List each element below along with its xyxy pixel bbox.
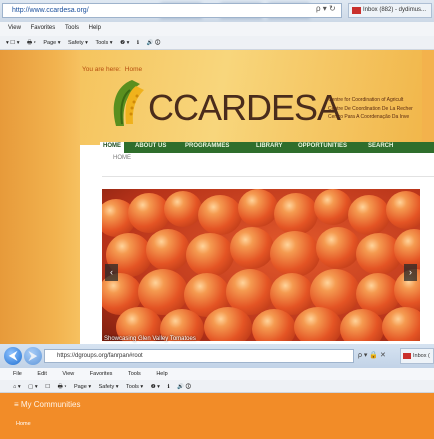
address-field[interactable]: https://dgroups.org/fanrpan#root xyxy=(44,349,354,363)
address-toolbar: http://www.ccardesa.org/ ρ ▾ ↻ Inbox (88… xyxy=(0,0,434,22)
nav-home[interactable]: HOME xyxy=(100,142,124,153)
slide-caption: Showcasing Glen Valley Tomatoes xyxy=(104,336,196,342)
menu-view[interactable]: View xyxy=(8,25,21,31)
feeds-button[interactable]: ▢ ▾ xyxy=(28,384,38,390)
divider xyxy=(102,176,434,177)
menu-tools[interactable]: Tools xyxy=(65,25,79,31)
menu-edit[interactable]: Edit xyxy=(37,371,46,377)
background-browser-window: http://www.ccardesa.org/ ρ ▾ ↻ Inbox (88… xyxy=(0,0,434,345)
nav-search[interactable]: SEARCH xyxy=(368,143,393,149)
address-toolbar: ⮜ ⮞ https://dgroups.org/fanrpan#root ρ ▾… xyxy=(0,344,434,368)
menu-view[interactable]: View xyxy=(62,371,74,377)
page-breadcrumb: HOME xyxy=(113,155,131,161)
tagline-line-fr: Centre De Coordination De La Recher xyxy=(328,105,413,112)
nav-opportunities[interactable]: OPPORTUNITIES xyxy=(298,143,347,149)
communities-header: ≡ My Communities Home xyxy=(0,393,434,439)
page-right-margin xyxy=(422,50,434,145)
page-menu[interactable]: Page ▾ xyxy=(43,40,60,46)
tab-inbox[interactable]: Inbox ( xyxy=(400,348,434,364)
back-button[interactable]: ⮜ xyxy=(4,347,22,365)
breadcrumb-prefix: You are here: xyxy=(82,66,121,73)
breadcrumb-home-link[interactable]: Home xyxy=(125,66,142,73)
menu-favorites[interactable]: Favorites xyxy=(31,25,56,31)
menu-bar: File Edit View Favorites Tools Help xyxy=(0,368,434,380)
menu-favorites[interactable]: Favorites xyxy=(90,371,113,377)
nav-about-us[interactable]: ABOUT US xyxy=(135,143,166,149)
page-left-margin xyxy=(0,50,80,345)
forward-button[interactable]: ⮞ xyxy=(24,347,42,365)
tab-inbox-label: Inbox ( xyxy=(413,353,430,359)
corn-logo-icon xyxy=(113,80,144,126)
nav-programmes[interactable]: PROGRAMMES xyxy=(185,143,229,149)
mail-icon xyxy=(352,7,361,14)
menu-file[interactable]: File xyxy=(13,371,22,377)
menu-help[interactable]: Help xyxy=(89,25,101,31)
mail-button[interactable]: ☐ xyxy=(45,384,50,390)
nav-library[interactable]: LIBRARY xyxy=(256,143,282,149)
page-menu[interactable]: Page ▾ xyxy=(74,384,91,390)
print-button[interactable]: 🖶 ▾ xyxy=(58,384,67,390)
menu-help[interactable]: Help xyxy=(156,371,167,377)
research-button[interactable]: ℹ xyxy=(137,40,139,46)
tab-inbox[interactable]: Inbox (882) - dydimus... xyxy=(348,3,432,18)
address-field[interactable]: http://www.ccardesa.org/ xyxy=(2,3,342,18)
extras-button[interactable]: 🔊 🛈 xyxy=(177,384,191,390)
tomato-slideshow-image[interactable] xyxy=(102,189,420,341)
command-bar: ▾ ☐ ▾ 🖶 ▾ Page ▾ Safety ▾ Tools ▾ ❷ ▾ ℹ … xyxy=(0,36,434,50)
breadcrumb: You are here: Home xyxy=(82,66,142,73)
research-button[interactable]: ℹ xyxy=(167,384,169,390)
site-logo-text[interactable]: CCARDESA xyxy=(148,87,341,129)
menu-tools[interactable]: Tools xyxy=(128,371,141,377)
print-button[interactable]: 🖶 ▾ xyxy=(27,40,36,46)
home-button[interactable]: ⌂ ▾ xyxy=(13,384,21,390)
tab-inbox-label: Inbox (882) - dydimus... xyxy=(363,7,427,13)
slideshow-next-button[interactable]: › xyxy=(404,264,417,281)
tools-menu[interactable]: Tools ▾ xyxy=(95,40,112,46)
command-bar: ⌂ ▾ ▢ ▾ ☐ 🖶 ▾ Page ▾ Safety ▾ Tools ▾ ❷ … xyxy=(0,380,434,393)
address-actions[interactable]: ρ ▾ ↻ xyxy=(316,4,336,13)
site-tagline: Centre for Coordination of Agricult Cent… xyxy=(328,96,413,122)
safety-menu[interactable]: Safety ▾ xyxy=(99,384,119,390)
home-link[interactable]: Home xyxy=(16,421,31,427)
tools-menu[interactable]: Tools ▾ xyxy=(126,384,143,390)
help-button[interactable]: ❷ ▾ xyxy=(151,384,160,390)
address-actions[interactable]: ρ ▾ 🔒 ✕ xyxy=(358,351,386,359)
extras-button[interactable]: 🔊 🛈 xyxy=(147,40,161,46)
mail-icon xyxy=(403,353,411,359)
slideshow-prev-button[interactable]: ‹ xyxy=(105,264,118,281)
help-button[interactable]: ❷ ▾ xyxy=(120,40,129,46)
safety-menu[interactable]: Safety ▾ xyxy=(68,40,88,46)
feeds-button[interactable]: ▾ ☐ ▾ xyxy=(6,40,20,46)
my-communities-menu[interactable]: ≡ My Communities xyxy=(14,400,80,409)
main-nav: HOME ABOUT US PROGRAMMES LIBRARY OPPORTU… xyxy=(100,142,434,153)
foreground-browser-window: ⮜ ⮞ https://dgroups.org/fanrpan#root ρ ▾… xyxy=(0,344,434,439)
tagline-line-pt: Centro Para A Coordenação Da Inve xyxy=(328,114,410,120)
tagline-line-en: Centre for Coordination of Agricult xyxy=(328,97,404,103)
menu-bar: View Favorites Tools Help xyxy=(0,22,434,36)
